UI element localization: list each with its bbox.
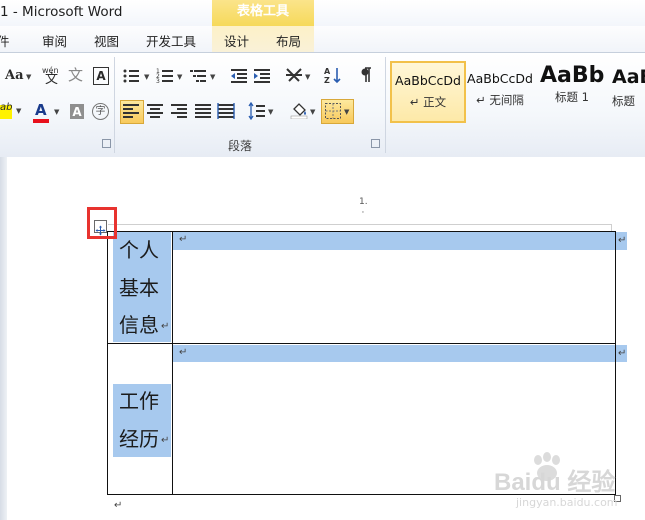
font-dialog-launcher-icon[interactable] [102, 139, 111, 148]
ribbon-tab-row: 件 审阅 视图 开发工具 设计 布局 [0, 26, 645, 52]
cell-end-mark: ↵ [161, 435, 170, 446]
tab-review[interactable]: 审阅 [42, 31, 67, 50]
border-char-button[interactable]: A [93, 67, 109, 85]
show-hide-marks-icon[interactable] [358, 66, 376, 84]
align-center-icon[interactable] [146, 102, 164, 120]
ribbon: Aa ▼ wén 文 文 A ab ▼ A ▼ A 字 ▼ 123 ▼ ▼ ▼ … [0, 52, 645, 158]
baidu-watermark: Baidu 经验 jingyan.baidu.com [494, 452, 644, 518]
svg-text:3: 3 [156, 78, 160, 85]
style-normal[interactable]: AaBbCcDd ↵ 正文 [390, 61, 466, 123]
left-margin-bar [0, 157, 7, 520]
style-normal-name: ↵ 正文 [409, 95, 447, 109]
title-bar: 1 - Microsoft Word 表格工具 [0, 0, 645, 26]
header-dot: ' [362, 210, 364, 218]
chevron-down-icon[interactable]: ▼ [268, 108, 273, 116]
phonetic-guide-icon: 文 [45, 72, 59, 87]
tab-view[interactable]: 视图 [94, 31, 119, 50]
style-heading-1[interactable]: AaBb 标题 1 [540, 61, 604, 121]
enclose-characters-button[interactable]: 字 [92, 103, 109, 120]
table-row-border [107, 343, 616, 344]
group-separator [114, 57, 115, 153]
paragraph-dialog-launcher-icon[interactable] [371, 139, 380, 148]
highlight-char: ab [0, 102, 13, 113]
chevron-down-icon[interactable]: ▼ [177, 73, 182, 81]
row-end-mark: ↵ [618, 235, 627, 246]
chevron-down-icon[interactable]: ▼ [310, 108, 315, 116]
chevron-down-icon[interactable]: ▼ [26, 73, 31, 81]
cell-personal-info-line2: 基本 [119, 276, 159, 300]
multilevel-list-icon[interactable] [189, 67, 207, 85]
group-separator [385, 57, 386, 153]
bullets-icon[interactable] [122, 67, 140, 85]
style-heading-name: 标题 [612, 94, 635, 108]
header-mark: 1. [359, 197, 368, 207]
style-heading-1-name: 标题 1 [555, 90, 589, 104]
tab-developer[interactable]: 开发工具 [146, 31, 196, 50]
table-gridline [108, 224, 612, 225]
svg-text:A: A [324, 67, 331, 76]
window-title: 1 - Microsoft Word [0, 4, 123, 20]
style-heading-1-preview: AaBb [540, 63, 604, 88]
chevron-down-icon[interactable]: ▼ [16, 107, 21, 115]
shading-bucket-icon[interactable] [290, 101, 308, 119]
style-normal-preview: AaBbCcDd [395, 73, 461, 88]
tab-layout[interactable]: 布局 [276, 31, 301, 50]
chevron-down-icon[interactable]: ▼ [305, 73, 310, 81]
character-border-button[interactable]: 文 [68, 67, 83, 83]
style-heading-preview: AaB [612, 66, 645, 88]
cell-personal-info-line1: 个人 [119, 238, 159, 262]
tab-design[interactable]: 设计 [224, 31, 249, 50]
character-shading-button[interactable]: A [70, 104, 84, 119]
numbering-icon[interactable]: 123 [156, 67, 174, 85]
align-right-icon[interactable] [170, 102, 188, 120]
cell-work-history-line2: 经历 [119, 427, 159, 451]
chevron-down-icon[interactable]: ▼ [344, 108, 349, 116]
row-end-mark: ↵ [618, 348, 627, 359]
borders-icon [325, 103, 341, 119]
cell-work-history-line1: 工作 [119, 389, 159, 413]
callout-highlight-box [87, 207, 117, 239]
cell-personal-info-line3: 信息 [119, 313, 159, 337]
paragraph-mark: ↵ [114, 500, 123, 511]
svg-text:Z: Z [324, 76, 330, 84]
chevron-down-icon[interactable]: ▼ [210, 73, 215, 81]
cell-end-mark: ↵ [179, 347, 188, 358]
style-heading[interactable]: AaB 标题 [612, 61, 645, 121]
style-no-spacing-preview: AaBbCcDd [467, 71, 533, 86]
chevron-down-icon[interactable]: ▼ [54, 108, 59, 116]
justify-icon[interactable] [194, 102, 212, 120]
decrease-indent-icon[interactable] [230, 67, 248, 85]
font-color-button[interactable]: A [35, 102, 47, 118]
cell-end-mark: ↵ [161, 321, 170, 332]
increase-indent-icon[interactable] [253, 67, 271, 85]
style-no-spacing-name: ↵ 无间隔 [476, 93, 524, 107]
distributed-icon[interactable] [217, 102, 235, 120]
table-gridline [611, 224, 612, 231]
cell-end-mark: ↵ [179, 234, 188, 245]
line-spacing-icon[interactable] [248, 102, 266, 120]
align-left-icon [123, 104, 139, 118]
sort-icon[interactable]: A Z [324, 66, 342, 84]
watermark-url: jingyan.baidu.com [516, 496, 618, 509]
table-column-border [172, 231, 173, 495]
chevron-down-icon[interactable]: ▼ [144, 73, 149, 81]
paragraph-group-label: 段落 [228, 139, 253, 153]
chinese-layout-icon[interactable] [285, 66, 303, 84]
watermark-text: Baidu 经验 [494, 469, 616, 496]
change-case-button[interactable]: Aa [5, 68, 24, 84]
style-no-spacing[interactable]: AaBbCcDd ↵ 无间隔 [464, 61, 536, 121]
context-tab-title: 表格工具 [212, 0, 314, 26]
font-color-swatch [33, 119, 49, 123]
tab-file[interactable]: 件 [0, 31, 10, 50]
